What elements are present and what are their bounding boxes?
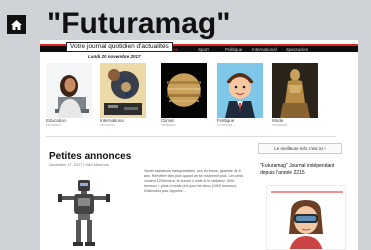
page-content: Annonces Sport Politique International S… (40, 40, 358, 250)
current-date: Lundi 20 novembre 2017 (88, 54, 141, 59)
thumbnail-date: 18/10/2017 (100, 123, 116, 127)
international-image (100, 63, 146, 118)
thumbnail-date: 17/09/2018 (217, 123, 233, 127)
home-icon (11, 19, 22, 30)
site-title: "Futuramag" (47, 7, 231, 40)
nav-item-spectacles[interactable]: Spectacles (286, 47, 308, 52)
annonces-byline: November 17, 2017 | Miro Marendo (49, 163, 109, 167)
thumbnail-climat[interactable]: Climat 12/09/2017 (161, 63, 207, 127)
thumbnail-international[interactable]: Internationa 18/10/2017 (100, 63, 146, 127)
annonces-excerpt: Vends radiateurs transportables, non du … (144, 169, 244, 193)
thumbnail-education[interactable]: Education 18/10/2017 (46, 63, 92, 127)
mode-image (272, 63, 318, 118)
sidebar-title: "Futuramag" Journal indépendant depuis l… (260, 163, 335, 176)
nav-item-sport[interactable]: Sport (198, 47, 209, 52)
thumbnail-date: 07/03/2019 (272, 123, 288, 127)
thumbnail-date: 12/09/2017 (161, 123, 177, 127)
robot-image (56, 178, 112, 250)
climat-image (161, 63, 207, 118)
thumbnail-row: Education 18/10/2017 Internationa 18/10/… (46, 63, 318, 127)
home-button[interactable] (7, 15, 26, 34)
thumbnail-mode[interactable]: Mode 07/03/2019 (272, 63, 318, 127)
thumbnail-date: 18/10/2017 (46, 123, 62, 127)
nav-item-politique[interactable]: Politique (225, 47, 242, 52)
divider (46, 136, 336, 137)
vr-woman-image (266, 185, 346, 250)
education-image (46, 63, 92, 118)
politique-image (217, 63, 263, 118)
nav-item-international[interactable]: International (252, 47, 277, 52)
thumbnail-politique[interactable]: Politique 17/09/2018 (217, 63, 263, 127)
site-tagline: Votre journal quotidien d'actualités (66, 42, 173, 52)
annonces-heading[interactable]: Petites annonces (49, 151, 131, 162)
info-button[interactable]: Le meilleure info c'est ici ! (258, 143, 342, 154)
